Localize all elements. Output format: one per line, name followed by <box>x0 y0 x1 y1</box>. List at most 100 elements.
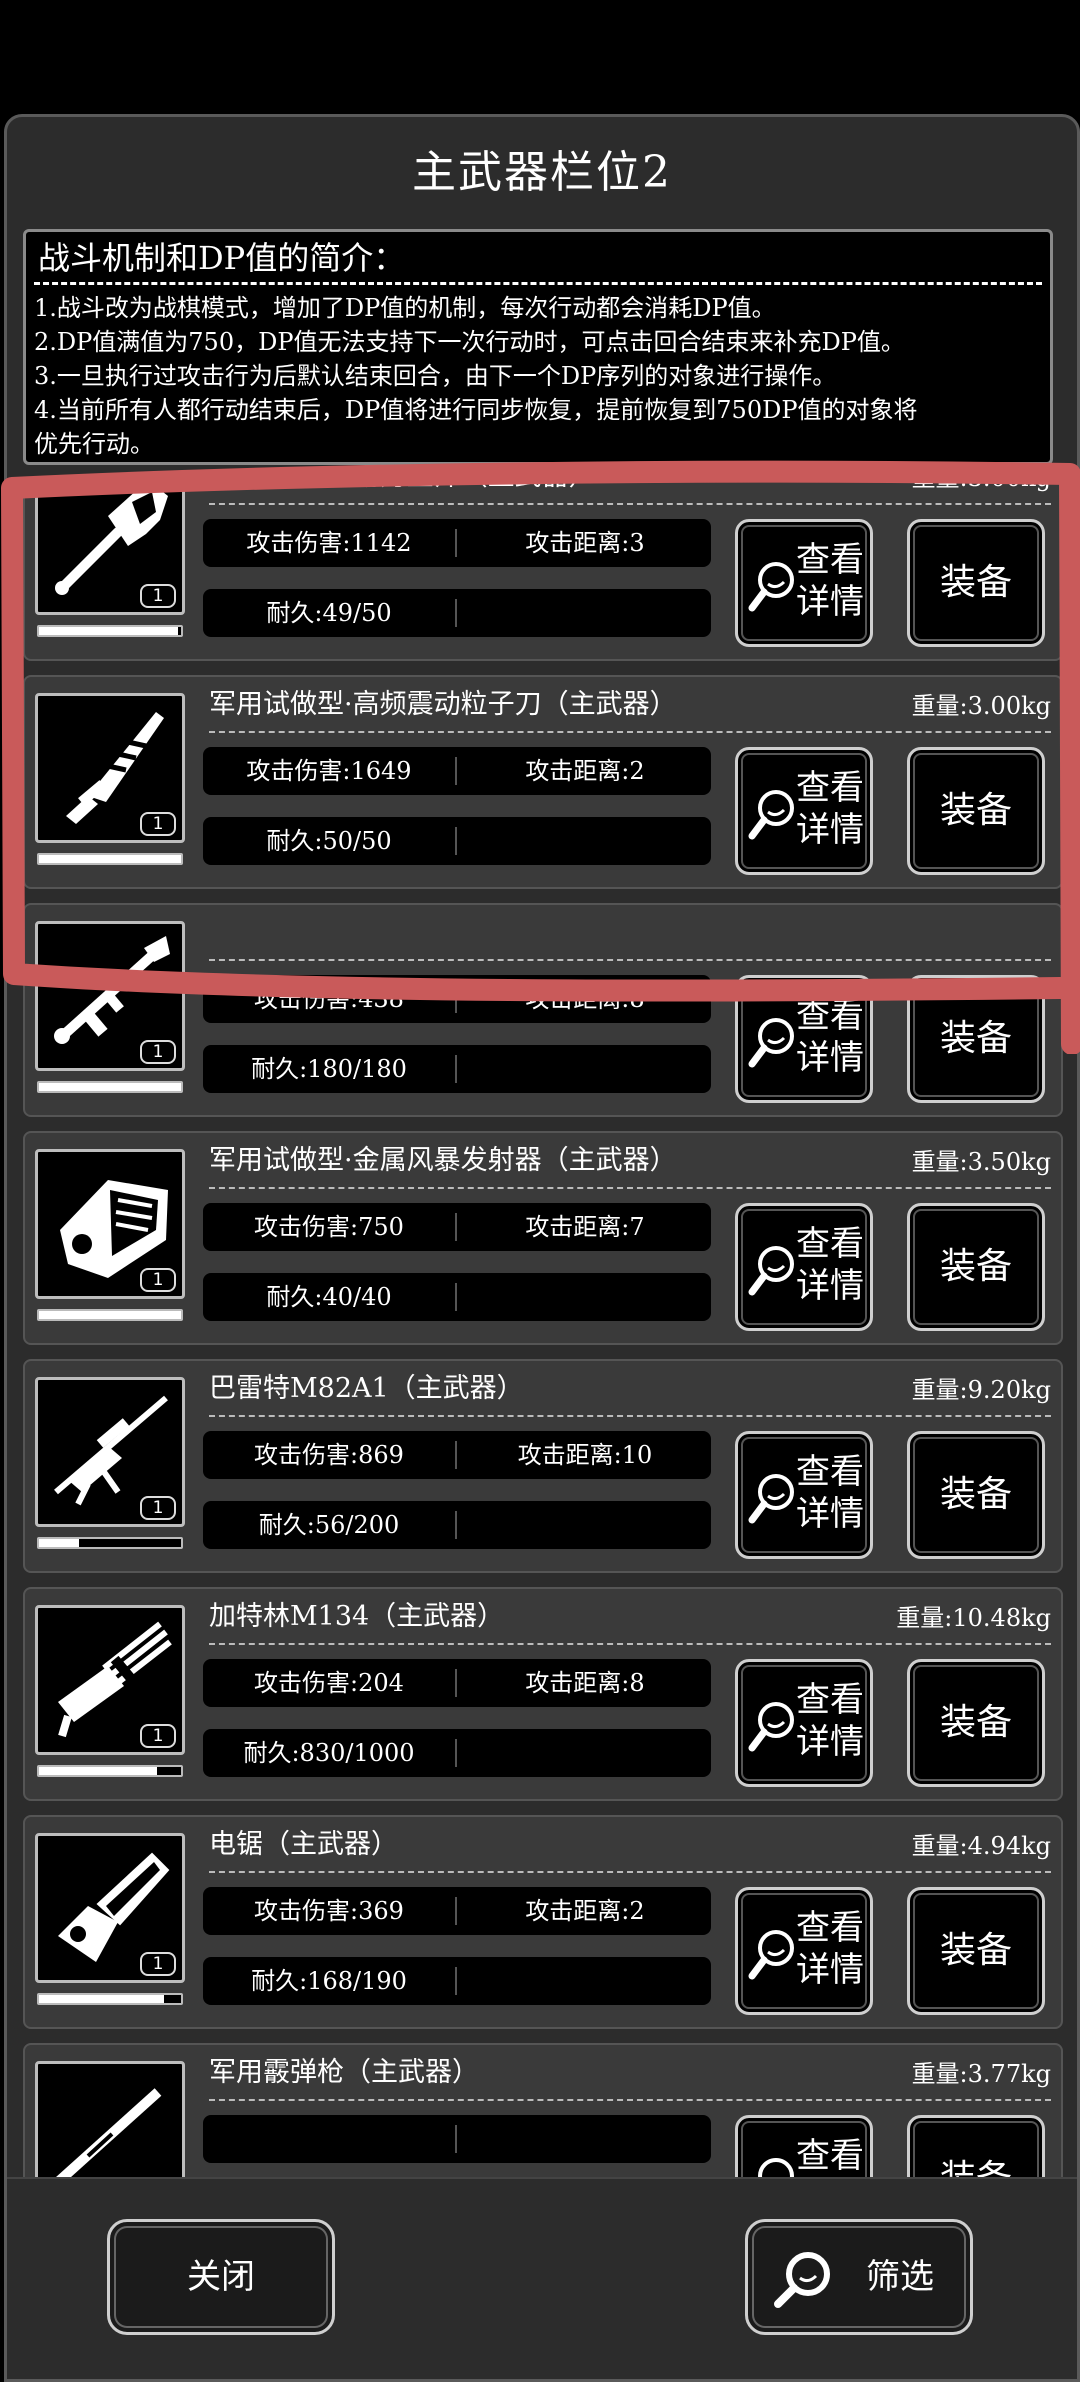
durability-value: 耐久:40/40 <box>266 1283 392 1311</box>
equip-button[interactable]: 装备 <box>907 1659 1045 1787</box>
attack-range: 攻击距离:8 <box>525 1669 645 1697</box>
weapon-thumbnail[interactable]: 1 <box>35 693 185 843</box>
weapon-weight: 重量:3.00kg <box>911 477 1051 492</box>
view-label-line2: 详情 <box>796 1266 864 1306</box>
card-divider <box>209 1871 1051 1873</box>
weapon-thumbnail[interactable]: 1 <box>35 921 185 1071</box>
view-details-button[interactable]: 查看详情 <box>735 975 873 1103</box>
card-divider <box>209 731 1051 733</box>
stat-divider <box>455 1213 457 1241</box>
durability-fill <box>39 627 179 635</box>
view-details-button[interactable]: 查看详情 <box>735 1659 873 1787</box>
level-badge: 1 <box>140 1496 176 1520</box>
weapon-thumbnail[interactable]: 1 <box>35 1149 185 1299</box>
stat-divider <box>455 1669 457 1697</box>
info-line: 优先行动。 <box>34 430 154 458</box>
durability-fill <box>39 855 181 863</box>
filter-button[interactable]: 筛选 <box>745 2219 973 2335</box>
view-details-button[interactable]: 查看详情 <box>735 747 873 875</box>
durability-bar <box>37 853 183 865</box>
equip-button[interactable]: 装备 <box>907 1431 1045 1559</box>
card-divider <box>209 1187 1051 1189</box>
equip-label: 装备 <box>939 562 1012 603</box>
attack-stats-row: 攻击伤害:438 攻击距离:8 <box>203 975 711 1023</box>
weapon-thumbnail[interactable]: 1 <box>35 1605 185 1755</box>
rocket-launcher-icon <box>54 936 170 1044</box>
durability-row: 耐久:830/1000 <box>203 1729 711 1777</box>
chainsaw-icon <box>58 1852 170 1962</box>
durability-row: 耐久:49/50 <box>203 589 711 637</box>
stat-divider <box>455 2125 457 2153</box>
attack-damage: 攻击伤害:1649 <box>246 757 412 785</box>
magnifier-icon <box>748 1018 794 1068</box>
level-badge: 1 <box>140 1952 176 1976</box>
view-label-line2: 详情 <box>796 1722 864 1762</box>
filter-label: 筛选 <box>866 2257 934 2297</box>
weapon-weight: 重量:4.94kg <box>911 1832 1051 1860</box>
equip-button[interactable]: 装备 <box>907 1887 1045 2015</box>
view-details-button[interactable]: 查看详情 <box>735 1887 873 2015</box>
weapon-card: 1 军用试做型·高频震动粒子刀（主武器） 重量:3.00kg 攻击伤害:1649 攻击距… <box>23 675 1063 889</box>
view-label-line1: 查看 <box>796 1680 864 1720</box>
close-button[interactable]: 关闭 <box>107 2219 335 2335</box>
level-badge: 1 <box>140 1268 176 1292</box>
view-details-button[interactable]: 查看详情 <box>735 519 873 647</box>
stat-divider <box>455 1511 457 1539</box>
attack-stats-row: 攻击伤害:369 攻击距离:2 <box>203 1887 711 1935</box>
stat-divider <box>455 1967 457 1995</box>
attack-stats-row: 攻击伤害:1142 攻击距离:3 <box>203 519 711 567</box>
attack-damage: 攻击伤害:369 <box>254 1897 404 1925</box>
attack-damage: 攻击伤害:869 <box>254 1441 404 1469</box>
sniper-rifle-icon <box>54 1395 168 1506</box>
durability-bar <box>37 625 183 637</box>
view-label-line2: 详情 <box>796 1038 864 1078</box>
level-badge: 1 <box>140 1040 176 1064</box>
durability-bar <box>37 1765 183 1777</box>
weapon-card: 1 攻击伤害:438 攻击距离:8 耐久:180/180 查看 详情 装备 <box>23 903 1063 1117</box>
weapon-weight: 重量:3.00kg <box>911 692 1051 720</box>
durability-fill <box>39 1083 181 1091</box>
weapon-name: 军用试做型·动力重斧（主武器） <box>209 477 596 497</box>
weapon-name: 电锯（主武器） <box>209 1829 398 1860</box>
magnifier-icon <box>748 1246 794 1296</box>
view-details-button[interactable]: 查看详情 <box>735 1203 873 1331</box>
weapon-list[interactable]: 1 军用试做型·动力重斧（主武器） 重量:3.00kg 攻击伤害:1142 攻击距离:3… <box>23 477 1063 2287</box>
stat-divider <box>455 599 457 627</box>
equip-label: 装备 <box>939 1246 1012 1287</box>
weapon-weight: 重量:9.20kg <box>911 1376 1051 1404</box>
equip-button[interactable]: 装备 <box>907 747 1045 875</box>
weapon-thumbnail[interactable]: 1 <box>35 1833 185 1983</box>
attack-stats-row: 攻击伤害:1649 攻击距离:2 <box>203 747 711 795</box>
stat-divider <box>455 1897 457 1925</box>
view-label-line1: 查看 <box>796 996 864 1036</box>
stat-divider <box>455 1441 457 1469</box>
equip-button[interactable]: 装备 <box>907 975 1045 1103</box>
gatling-icon <box>58 1621 172 1738</box>
view-label-line2: 详情 <box>796 582 864 622</box>
durability-row: 耐久:180/180 <box>203 1045 711 1093</box>
durability-row: 耐久:56/200 <box>203 1501 711 1549</box>
view-details-button[interactable]: 查看详情 <box>735 1431 873 1559</box>
weapon-name: 加特林M134（主武器） <box>209 1601 505 1632</box>
equip-button[interactable]: 装备 <box>907 519 1045 647</box>
attack-damage: 攻击伤害:1142 <box>246 529 412 557</box>
durability-fill <box>39 1767 157 1775</box>
card-divider <box>209 503 1051 505</box>
magnifier-icon <box>748 562 794 612</box>
durability-bar <box>37 1309 183 1321</box>
attack-range: 攻击距离:7 <box>525 1213 645 1241</box>
attack-damage: 攻击伤害:204 <box>254 1669 404 1697</box>
view-label-line2: 详情 <box>796 1950 864 1990</box>
weapon-thumbnail[interactable]: 1 <box>35 1377 185 1527</box>
footer-bar: 关闭 筛选 <box>7 2177 1077 2379</box>
attack-range: 攻击距离:3 <box>525 529 645 557</box>
durability-value: 耐久:50/50 <box>266 827 392 855</box>
view-label-line1: 查看 <box>796 540 864 580</box>
attack-damage: 攻击伤害:438 <box>254 985 404 1013</box>
durability-fill <box>39 1539 79 1547</box>
view-label-line1: 查看 <box>796 768 864 808</box>
equip-button[interactable]: 装备 <box>907 1203 1045 1331</box>
equip-label: 装备 <box>939 790 1012 831</box>
axe-icon <box>55 480 168 595</box>
weapon-thumbnail[interactable]: 1 <box>35 477 185 615</box>
